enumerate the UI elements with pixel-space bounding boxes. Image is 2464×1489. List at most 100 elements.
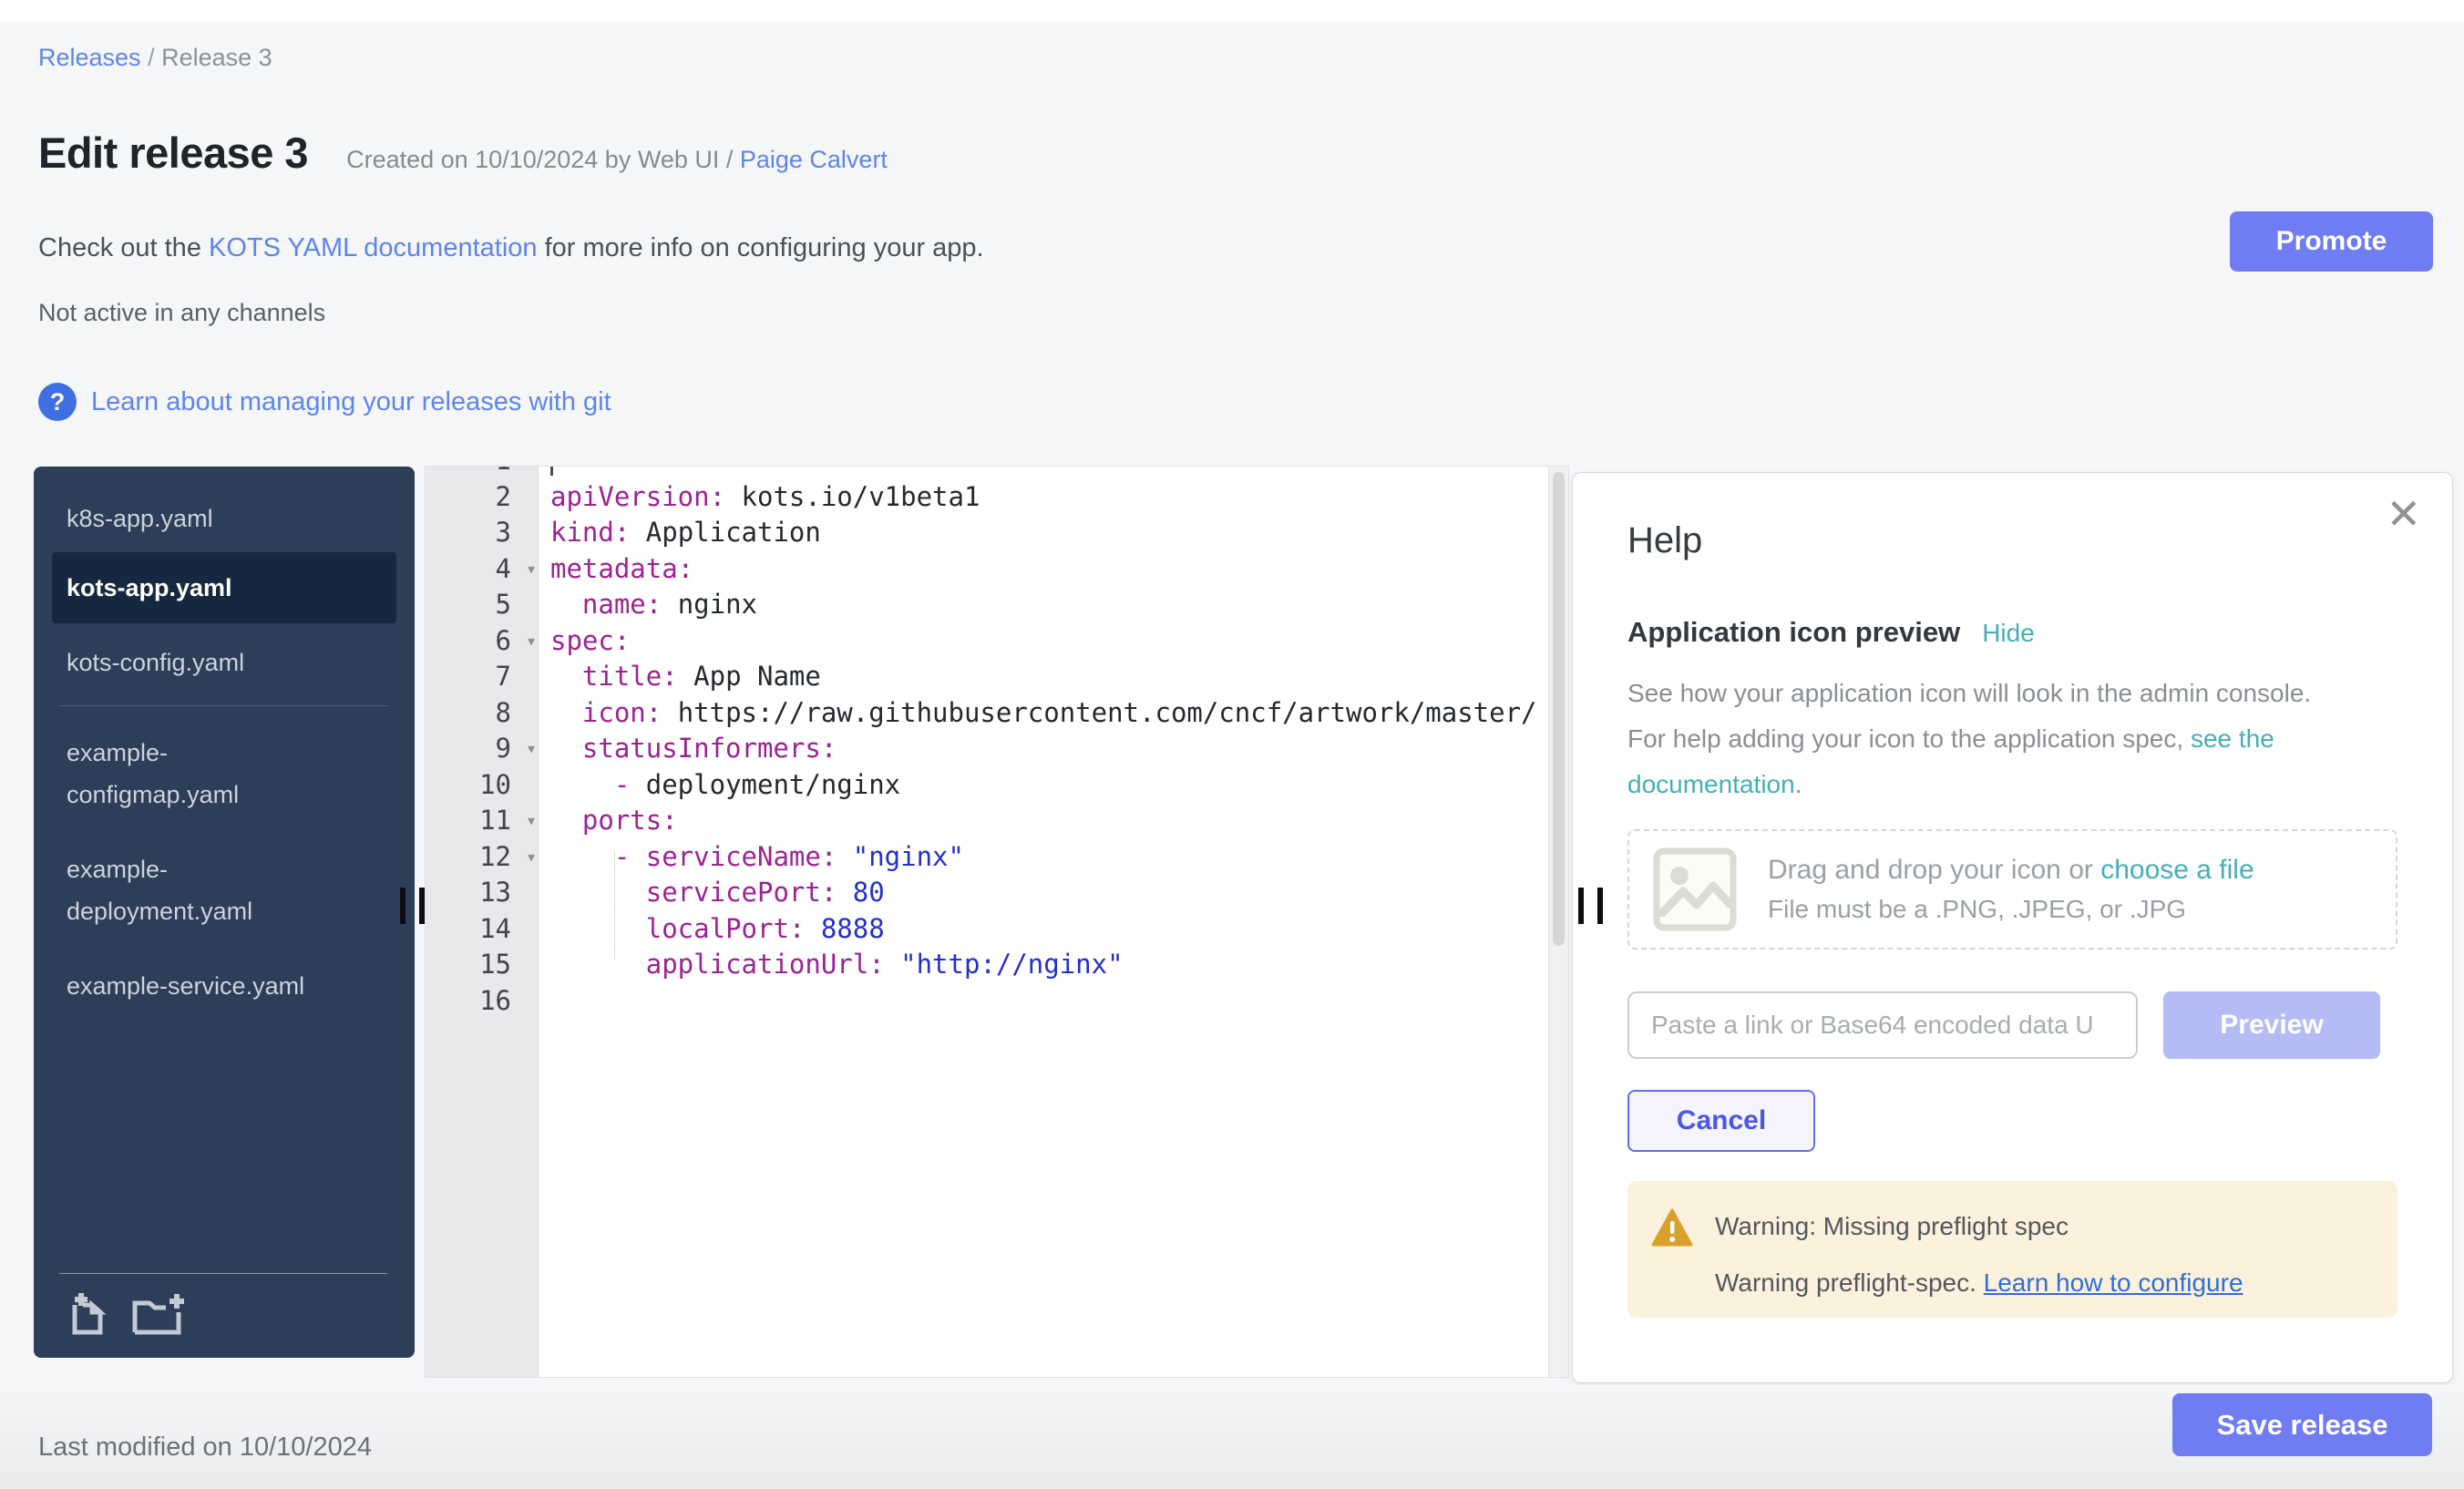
page-title: Edit release 3	[38, 128, 308, 178]
section-title: Application icon preview	[1627, 616, 1960, 649]
cancel-button[interactable]: Cancel	[1627, 1090, 1815, 1152]
created-info: Created on 10/10/2024 by Web UI / Paige …	[346, 146, 888, 174]
channel-status: Not active in any channels	[38, 299, 325, 327]
save-release-button[interactable]: Save release	[2172, 1393, 2432, 1456]
line-number: 16	[426, 983, 539, 1020]
line-number: 15	[426, 947, 539, 983]
editor-scrollbar-thumb[interactable]	[1553, 472, 1565, 946]
line-number: 4▾	[426, 551, 539, 588]
warning-detail-text: Warning preflight-spec.	[1715, 1268, 1984, 1297]
icon-dropzone[interactable]: Drag and drop your icon or choose a file…	[1627, 829, 2397, 950]
file-item-example-service.yaml[interactable]: example-service.yaml	[34, 965, 415, 1007]
code-line-16[interactable]: 16	[426, 983, 1568, 1020]
breadcrumb-separator: /	[141, 44, 162, 71]
sidebar-footer	[67, 1292, 185, 1338]
code-line-2[interactable]: 2apiVersion: kots.io/v1beta1	[426, 479, 1568, 516]
line-number: 10	[426, 767, 539, 804]
breadcrumb-releases-link[interactable]: Releases	[38, 44, 141, 71]
line-number: 3	[426, 515, 539, 551]
text-cursor	[550, 466, 553, 476]
editor-scrollbar-track[interactable]	[1548, 467, 1568, 1377]
line-number: 6▾	[426, 623, 539, 660]
editor-content[interactable]: 1---2apiVersion: kots.io/v1beta13kind: A…	[426, 466, 1568, 1019]
learn-how-to-configure-link[interactable]: Learn how to configure	[1984, 1268, 2243, 1297]
code-line-4[interactable]: 4▾metadata:	[426, 551, 1568, 588]
code-line-12[interactable]: 12▾ - serviceName: "nginx"	[426, 839, 1568, 876]
last-modified-text: Last modified on 10/10/2024	[38, 1433, 372, 1463]
line-number: 1	[426, 466, 539, 479]
file-sidebar: k8s-app.yaml kots-app.yaml kots-config.yam…	[34, 467, 415, 1358]
line-number: 13	[426, 875, 539, 911]
code-line-6[interactable]: 6▾spec:	[426, 623, 1568, 660]
code-line-1[interactable]: 1---	[426, 466, 1568, 479]
breadcrumb-current: Release 3	[161, 44, 272, 71]
icon-url-row: Preview	[1627, 991, 2397, 1059]
warning-box: Warning: Missing preflight spec Warning …	[1627, 1181, 2397, 1318]
code-line-10[interactable]: 10 - deployment/nginx	[426, 767, 1568, 804]
code-line-8[interactable]: 8 icon: https://raw.githubusercontent.co…	[426, 695, 1568, 732]
sidebar-editor-resize-handle[interactable]	[400, 888, 427, 924]
line-number: 14	[426, 911, 539, 948]
new-folder-icon[interactable]	[132, 1292, 185, 1338]
editor-help-resize-handle[interactable]	[1578, 888, 1606, 924]
code-line-5[interactable]: 5 name: nginx	[426, 587, 1568, 623]
close-icon[interactable]: ✕	[2386, 493, 2421, 535]
line-number: 8	[426, 695, 539, 732]
fold-arrow-icon[interactable]: ▾	[526, 731, 537, 767]
yaml-editor[interactable]: 1---2apiVersion: kots.io/v1beta13kind: A…	[425, 466, 1569, 1378]
code-line-13[interactable]: 13 servicePort: 80	[426, 875, 1568, 911]
file-list: k8s-app.yaml kots-app.yaml kots-config.yam…	[34, 498, 415, 1007]
kots-yaml-docs-link[interactable]: KOTS YAML documentation	[209, 233, 538, 262]
fold-arrow-icon[interactable]: ▾	[526, 623, 537, 660]
promote-button[interactable]: Promote	[2230, 211, 2433, 272]
hide-link[interactable]: Hide	[1982, 619, 2035, 648]
code-line-7[interactable]: 7 title: App Name	[426, 659, 1568, 695]
fold-arrow-icon[interactable]: ▾	[526, 551, 537, 588]
image-placeholder-icon	[1653, 847, 1737, 931]
help-panel: ✕ Help Application icon preview Hide See…	[1572, 472, 2453, 1383]
fold-arrow-icon[interactable]: ▾	[526, 803, 537, 839]
line-number: 5	[426, 587, 539, 623]
icon-url-input[interactable]	[1627, 991, 2138, 1059]
code-line-3[interactable]: 3kind: Application	[426, 515, 1568, 551]
question-circle-icon: ?	[38, 383, 77, 421]
created-author-link[interactable]: Paige Calvert	[740, 146, 888, 173]
sidebar-footer-divider	[59, 1273, 387, 1274]
code-line-9[interactable]: 9▾ statusInformers:	[426, 731, 1568, 767]
code-line-14[interactable]: 14 localPort: 8888	[426, 911, 1568, 948]
line-number: 9▾	[426, 731, 539, 767]
help-description-period: .	[1795, 770, 1802, 798]
line-number: 7	[426, 659, 539, 695]
breadcrumb: Releases / Release 3	[38, 44, 272, 72]
code-line-15[interactable]: 15 applicationUrl: "http://nginx"	[426, 947, 1568, 983]
warning-triangle-icon	[1651, 1208, 1693, 1248]
git-releases-link[interactable]: Learn about managing your releases with …	[91, 387, 611, 417]
git-help-row: ? Learn about managing your releases wit…	[38, 383, 611, 421]
docs-prefix: Check out the	[38, 233, 209, 262]
code-line-11[interactable]: 11▾ ports:	[426, 803, 1568, 839]
docs-suffix: for more info on configuring your app.	[538, 233, 984, 262]
file-item-example-configmap.yaml[interactable]: example-configmap.yaml	[34, 732, 415, 816]
warning-detail: Warning preflight-spec. Learn how to con…	[1715, 1268, 2370, 1298]
edit-release-page: Releases / Release 3 Edit release 3 Crea…	[0, 0, 2464, 1489]
file-item-kots-app.yaml[interactable]: kots-app.yaml	[52, 552, 396, 623]
choose-file-link[interactable]: choose a file	[2100, 855, 2254, 885]
title-row: Edit release 3 Created on 10/10/2024 by …	[38, 128, 888, 178]
line-number: 2	[426, 479, 539, 516]
dropzone-file-requirements: File must be a .PNG, .JPEG, or .JPG	[1768, 895, 2254, 924]
help-description: See how your application icon will look …	[1627, 671, 2338, 807]
icon-preview-section-header: Application icon preview Hide	[1627, 616, 2397, 649]
preview-button[interactable]: Preview	[2163, 991, 2380, 1059]
line-number: 12▾	[426, 839, 539, 876]
dropzone-text: Drag and drop your icon or	[1768, 855, 2100, 885]
fold-arrow-icon[interactable]: ▾	[526, 839, 537, 876]
file-item-kots-config.yaml[interactable]: kots-config.yaml	[34, 642, 415, 683]
warning-title: Warning: Missing preflight spec	[1715, 1212, 2370, 1241]
new-file-icon[interactable]	[67, 1292, 108, 1338]
dropzone-texts: Drag and drop your icon or choose a file…	[1768, 855, 2254, 924]
line-number: 11▾	[426, 803, 539, 839]
created-text: Created on 10/10/2024 by Web UI /	[346, 146, 740, 173]
help-title: Help	[1627, 520, 2397, 561]
file-item-k8s-app.yaml[interactable]: k8s-app.yaml	[34, 498, 415, 539]
file-item-example-deployment.yaml[interactable]: example-deployment.yaml	[34, 848, 415, 932]
